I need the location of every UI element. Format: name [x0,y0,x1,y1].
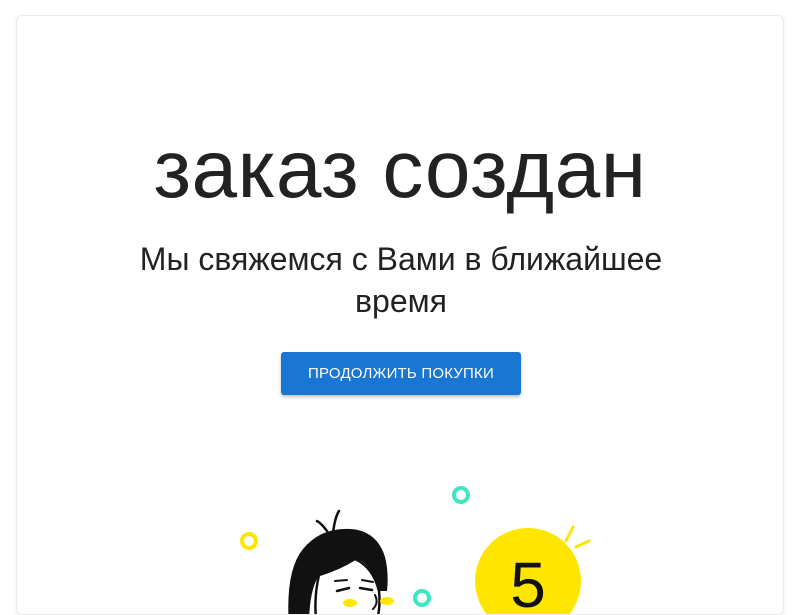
page-title: заказ создан [153,124,647,215]
teal-ring-icon [452,486,470,504]
teal-ring-icon [413,589,431,607]
coin-icon: 5 [475,525,591,615]
order-confirmation-card: заказ создан Мы свяжемся с Вами в ближай… [16,15,784,615]
coin-number: 5 [510,549,546,615]
continue-shopping-button[interactable]: ПРОДОЛЖИТЬ ПОКУПКИ [281,352,521,395]
confirmation-message: Мы свяжемся с Вами в ближайшее время [139,241,663,319]
yellow-ring-icon [240,532,258,550]
person-icon [288,509,394,614]
person-with-coin-illustration: 5 [240,486,591,615]
